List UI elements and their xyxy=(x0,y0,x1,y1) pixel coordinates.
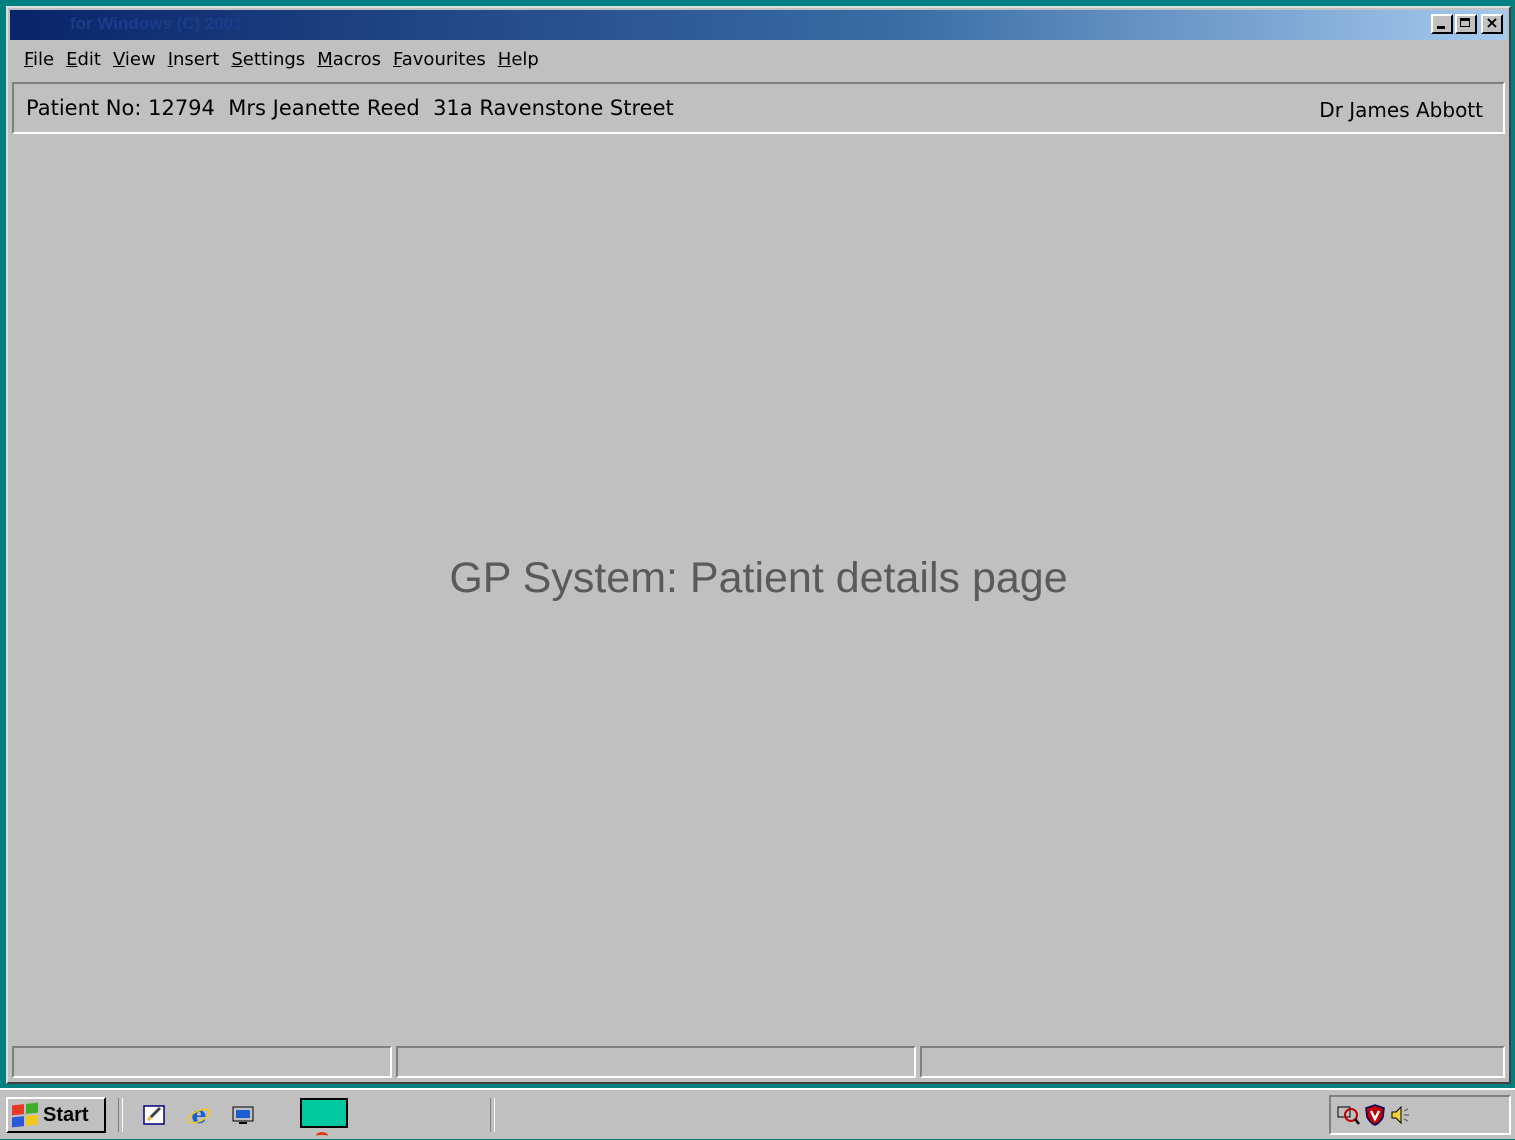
menu-macros[interactable]: Macros xyxy=(317,49,391,70)
status-panel-3 xyxy=(920,1046,1505,1078)
menu-bar: File Edit View Insert Settings Macros Fa… xyxy=(10,42,1507,76)
menu-view[interactable]: View xyxy=(113,49,166,70)
status-panel-2 xyxy=(396,1046,916,1078)
minimize-icon xyxy=(1437,26,1445,29)
start-label: Start xyxy=(43,1103,89,1126)
internet-explorer-icon[interactable]: e xyxy=(186,1102,212,1128)
windows-logo-icon xyxy=(12,1102,38,1128)
patient-info: Patient No: 12794 Mrs Jeanette Reed 31a … xyxy=(26,96,674,120)
maximize-icon xyxy=(1460,18,1470,27)
taskbar-separator xyxy=(490,1098,495,1132)
menu-settings[interactable]: Settings xyxy=(231,49,315,70)
menu-favourites[interactable]: Favourites xyxy=(393,49,496,70)
window-controls: × xyxy=(1431,13,1503,34)
close-icon: × xyxy=(1485,13,1499,32)
close-button[interactable]: × xyxy=(1481,13,1503,34)
minimize-button[interactable] xyxy=(1431,14,1453,34)
menu-edit[interactable]: Edit xyxy=(66,49,111,70)
taskbar-separator xyxy=(118,1098,123,1132)
menu-file[interactable]: File xyxy=(24,49,64,70)
antivirus-shield-icon[interactable] xyxy=(1363,1103,1387,1127)
start-button[interactable]: Start xyxy=(6,1097,106,1133)
volume-icon[interactable] xyxy=(1389,1103,1413,1127)
menu-help[interactable]: Help xyxy=(498,49,549,70)
svg-text:e: e xyxy=(191,1102,206,1128)
status-panel-1 xyxy=(12,1046,392,1078)
maximize-button[interactable] xyxy=(1455,14,1477,34)
doctor-name: Dr James Abbott xyxy=(1319,98,1483,122)
patient-banner: Patient No: 12794 Mrs Jeanette Reed 31a … xyxy=(12,82,1505,134)
main-content-area: GP System: Patient details page xyxy=(10,138,1507,1042)
window-title: for Windows (C) 2001 xyxy=(70,14,243,33)
desktop-icon[interactable] xyxy=(142,1102,168,1128)
channels-icon[interactable] xyxy=(230,1102,256,1128)
menu-insert[interactable]: Insert xyxy=(168,49,230,70)
task-button-app[interactable] xyxy=(300,1098,348,1128)
network-search-icon[interactable] xyxy=(1337,1103,1361,1127)
app-window: for Windows (C) 2001 × File Edit View In… xyxy=(6,6,1511,1084)
status-bar xyxy=(12,1046,1505,1078)
taskbar: Start e xyxy=(0,1088,1515,1139)
page-caption: GP System: Patient details page xyxy=(449,554,1068,602)
system-tray xyxy=(1329,1095,1511,1135)
title-bar[interactable]: for Windows (C) 2001 × xyxy=(10,10,1507,40)
